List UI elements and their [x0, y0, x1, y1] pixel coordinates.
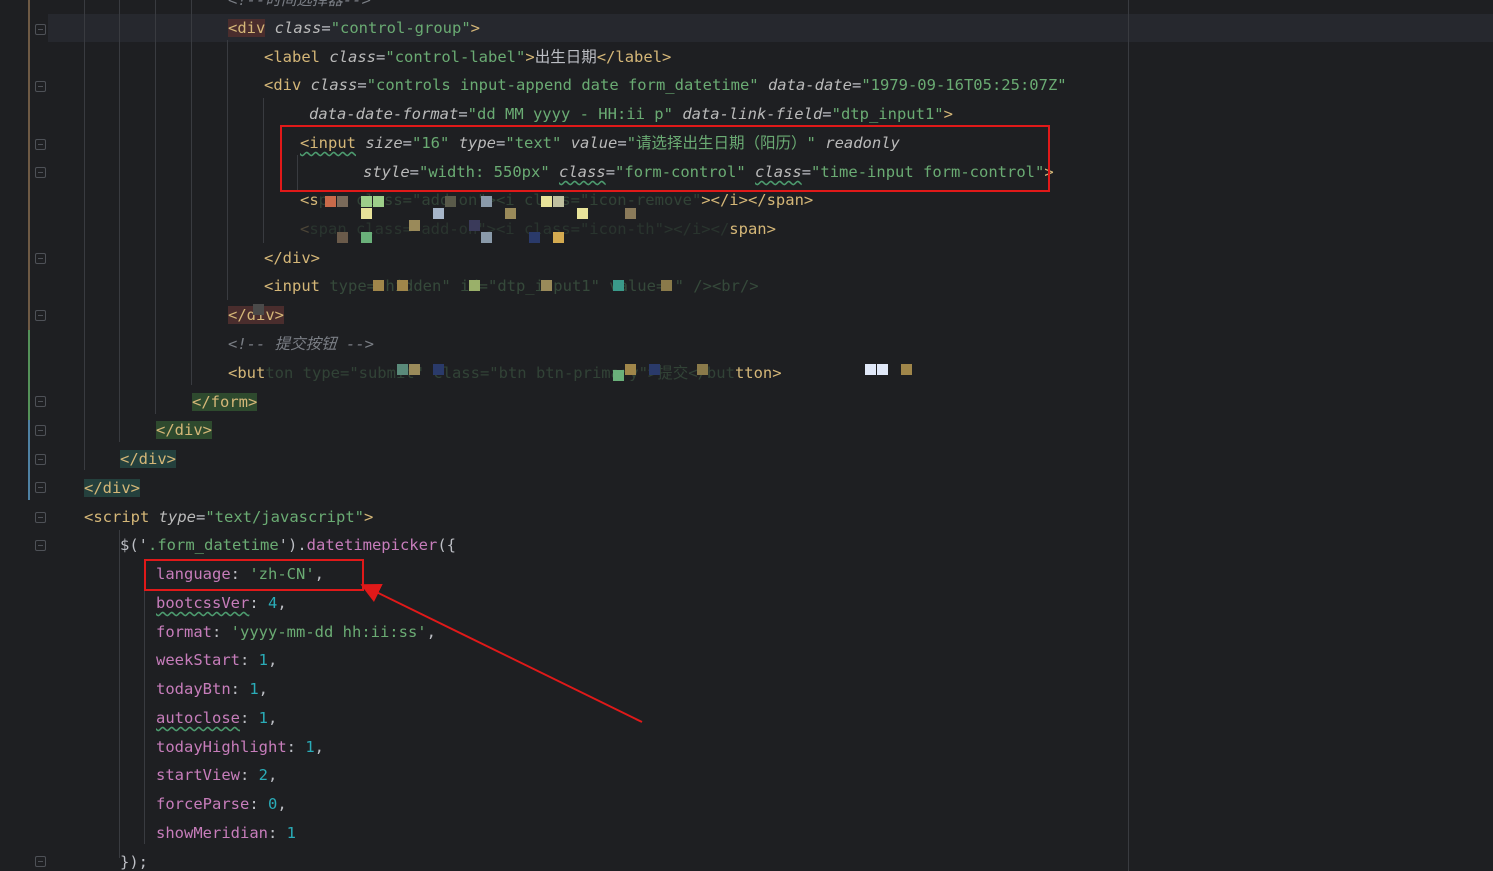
code-editor[interactable]: <!--时间选择器--> <div class="control-group">… [0, 0, 1493, 871]
annotation-arrow-icon [360, 584, 643, 723]
